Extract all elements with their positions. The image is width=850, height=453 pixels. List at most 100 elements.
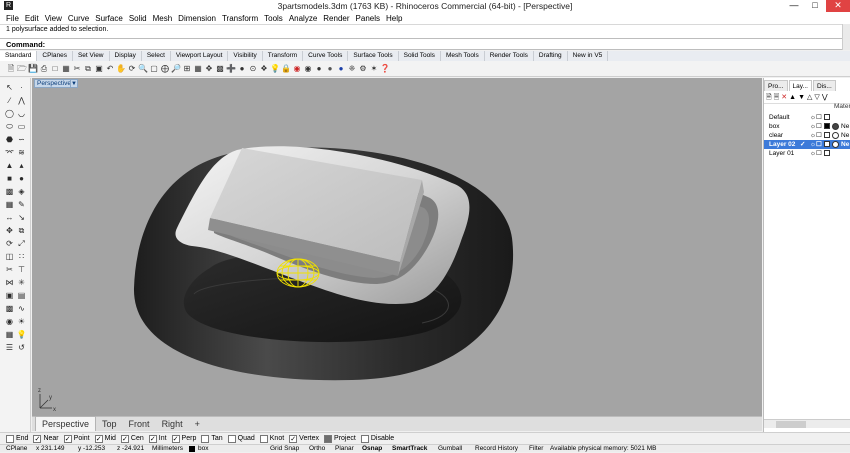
menu-dimension[interactable]: Dimension <box>178 14 216 23</box>
toolbar-tab-transform[interactable]: Transform <box>263 51 304 61</box>
dimension-tool-icon[interactable]: ↔ <box>4 212 15 223</box>
layer-color-swatch[interactable] <box>824 141 830 147</box>
polygon-tool-icon[interactable]: ⬣ <box>4 134 15 145</box>
grid-icon[interactable]: ▦ <box>193 63 203 75</box>
osnap-near[interactable]: ✓ Near <box>33 434 59 443</box>
render-tool-icon[interactable]: ☀ <box>16 316 27 327</box>
osnap-perp[interactable]: ✓ Perp <box>171 434 196 443</box>
select-arrow-icon[interactable]: ↖ <box>4 82 15 93</box>
delete-layer-icon[interactable]: ✕ <box>781 92 787 103</box>
osnap-project[interactable]: Project <box>324 434 356 443</box>
undo-icon[interactable]: ↶ <box>105 63 115 75</box>
cut-icon[interactable]: ✂ <box>72 63 82 75</box>
lock-icon[interactable]: 🔒 <box>281 63 291 75</box>
osnap-checkbox[interactable] <box>227 434 236 443</box>
fillet-tool-icon[interactable]: ⌤ <box>4 147 15 158</box>
point-tool-icon[interactable]: · <box>16 82 27 93</box>
move-up-icon[interactable]: ▲ <box>789 92 796 103</box>
osnap-checkbox[interactable]: ✓ <box>120 434 129 443</box>
osnap-checkbox[interactable] <box>360 434 369 443</box>
array-tool-icon[interactable]: ∷ <box>16 251 27 262</box>
copy-tool-icon[interactable]: ⧉ <box>16 225 27 236</box>
osnap-disable[interactable]: Disable <box>360 434 394 443</box>
toolbar-tab-standard[interactable]: Standard <box>0 51 38 61</box>
maximize-icon[interactable]: □ <box>805 0 825 12</box>
layer-name[interactable]: Layer 01 <box>769 149 794 158</box>
osnap-cen[interactable]: ✓ Cen <box>120 434 144 443</box>
osnap-checkbox[interactable]: ✓ <box>33 434 42 443</box>
menu-transform[interactable]: Transform <box>222 14 258 23</box>
osnap-checkbox[interactable]: ✓ <box>63 434 72 443</box>
rendered-icon[interactable]: ● <box>325 63 335 75</box>
visibility-lock-icon[interactable]: ☼☐ <box>810 122 822 131</box>
layer-name[interactable]: clear <box>769 131 783 140</box>
four-views-icon[interactable]: ⊞ <box>182 63 192 75</box>
material-sphere-icon[interactable] <box>832 141 839 148</box>
move-tool-icon[interactable]: ✥ <box>4 225 15 236</box>
toolbar-tab-surface-tools[interactable]: Surface Tools <box>348 51 399 61</box>
surface-tool-icon[interactable]: ▲ <box>4 160 15 171</box>
polyline-tool-icon[interactable]: ⋀ <box>16 95 27 106</box>
toolbar-tab-set-view[interactable]: Set View <box>73 51 110 61</box>
toolbar-tab-new-in-v5[interactable]: New in V5 <box>568 51 609 61</box>
open-icon[interactable]: 🗁 <box>17 63 27 75</box>
toolbar-tab-drafting[interactable]: Drafting <box>534 51 568 61</box>
toolbar-tab-solid-tools[interactable]: Solid Tools <box>399 51 441 61</box>
mesh-tool-icon[interactable]: ▦ <box>4 199 15 210</box>
save-icon[interactable]: 💾 <box>28 63 38 75</box>
trim-tool-icon[interactable]: ✂ <box>4 264 15 275</box>
minimize-icon[interactable]: — <box>784 0 804 12</box>
boolean-tool-icon[interactable]: ◈ <box>16 186 27 197</box>
new-icon[interactable]: 🗎 <box>6 63 16 75</box>
viewport-tab-perspective[interactable]: Perspective <box>35 416 97 431</box>
command-scrollbar[interactable] <box>842 24 850 50</box>
new-sublayer-icon[interactable]: 🗏 <box>774 92 780 103</box>
split-tool-icon[interactable]: ⊤ <box>16 264 27 275</box>
help-icon[interactable]: ❓ <box>380 63 390 75</box>
analyze-icon[interactable]: ❖ <box>259 63 269 75</box>
rotate-tool-icon[interactable]: ⟳ <box>4 238 15 249</box>
toolbar-tab-display[interactable]: Display <box>110 51 142 61</box>
osnap-int[interactable]: ✓ Int <box>148 434 167 443</box>
analyze-tool-icon[interactable]: ◉ <box>4 316 15 327</box>
close-icon[interactable]: ✕ <box>826 0 850 12</box>
ungroup-tool-icon[interactable]: ▤ <box>16 290 27 301</box>
toolbar-tab-cplanes[interactable]: CPlanes <box>37 51 73 61</box>
copy-icon[interactable]: ⧉ <box>83 63 93 75</box>
car-icon[interactable]: ▩ <box>215 63 225 75</box>
delete-icon[interactable]: ➕ <box>226 63 236 75</box>
toolbar-tab-select[interactable]: Select <box>142 51 171 61</box>
layer-row[interactable]: Layer 02 ✓ ☼☐ Ne <box>764 140 850 149</box>
solid-box-icon[interactable]: ■ <box>4 173 15 184</box>
menu-curve[interactable]: Curve <box>68 14 89 23</box>
layer-tool-icon[interactable]: ☰ <box>4 342 15 353</box>
material-sphere-icon[interactable] <box>832 123 839 130</box>
panel-scroll-thumb[interactable] <box>776 421 806 428</box>
triangle-down-icon[interactable]: ▼ <box>70 79 78 88</box>
move-icon[interactable]: ✥ <box>204 63 214 75</box>
add-viewport-tab-button[interactable]: + <box>189 417 206 431</box>
selected-polysurface[interactable] <box>276 258 320 288</box>
zoom-window-icon[interactable]: ▢ <box>149 63 159 75</box>
menu-panels[interactable]: Panels <box>356 14 380 23</box>
material-icon[interactable]: ❈ <box>347 63 357 75</box>
select-icon[interactable]: ● <box>237 63 247 75</box>
osnap-checkbox[interactable]: ✓ <box>289 434 298 443</box>
point-icon[interactable]: ⊙ <box>248 63 258 75</box>
panel-tab-display[interactable]: Dis... <box>812 80 836 91</box>
osnap-tan[interactable]: Tan <box>201 434 223 443</box>
layer-color-swatch[interactable] <box>824 123 830 129</box>
command-prompt[interactable]: Command: <box>0 38 850 50</box>
import-icon[interactable]: □ <box>50 63 60 75</box>
explode-tool-icon[interactable]: ✳ <box>16 277 27 288</box>
toolbar-tab-render-tools[interactable]: Render Tools <box>485 51 534 61</box>
visibility-lock-icon[interactable]: ☼☐ <box>810 149 822 158</box>
print-icon[interactable]: ⎙ <box>39 63 49 75</box>
visibility-lock-icon[interactable]: ☼☐ <box>810 131 822 140</box>
osnap-knot[interactable]: Knot <box>259 434 284 443</box>
menu-analyze[interactable]: Analyze <box>289 14 317 23</box>
mirror-tool-icon[interactable]: ◫ <box>4 251 15 262</box>
wireframe-icon[interactable]: ◉ <box>303 63 313 75</box>
viewport-tab-top[interactable]: Top <box>96 417 123 431</box>
layer-name[interactable]: box <box>769 122 779 131</box>
